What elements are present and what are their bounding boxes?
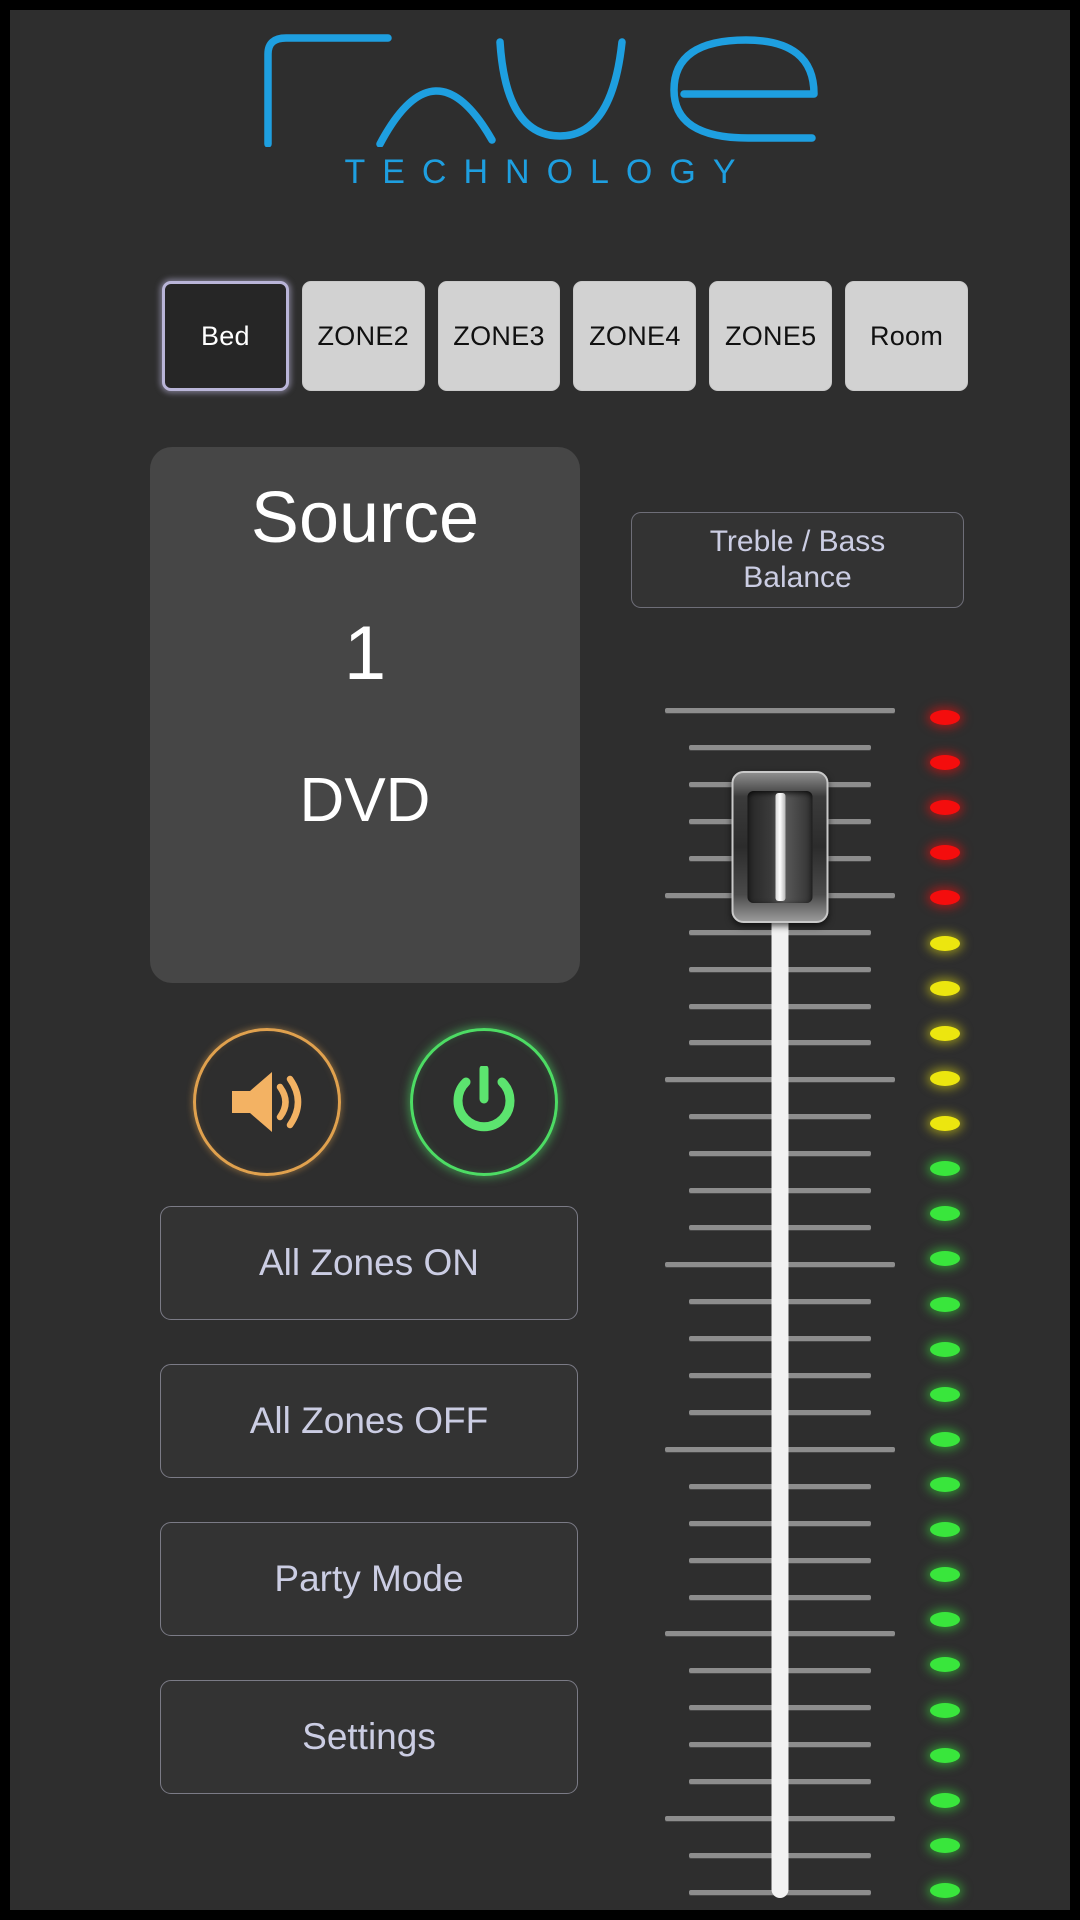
source-number: 1 <box>343 610 387 696</box>
volume-fader[interactable] <box>665 708 895 1898</box>
volume-icon <box>232 1072 302 1132</box>
treble-bass-line2: Balance <box>743 561 852 594</box>
zone-button-room[interactable]: Room <box>845 281 968 391</box>
led-red <box>930 845 960 860</box>
led-red <box>930 890 960 905</box>
fader-handle[interactable] <box>731 771 829 923</box>
led-yellow <box>930 981 960 996</box>
brand-header: TECHNOLOGY <box>10 32 1070 212</box>
led-green <box>930 1567 960 1582</box>
led-green <box>930 1251 960 1266</box>
source-panel[interactable]: Source 1 DVD <box>150 447 580 983</box>
zone-button-bed[interactable]: Bed <box>162 281 289 391</box>
treble-bass-balance-button[interactable]: Treble / Bass Balance <box>631 512 964 608</box>
led-green <box>930 1838 960 1853</box>
all-zones-on-button[interactable]: All Zones ON <box>160 1206 578 1320</box>
led-green <box>930 1432 960 1447</box>
led-yellow <box>930 1026 960 1041</box>
led-red <box>930 710 960 725</box>
zone-button-zone5[interactable]: ZONE5 <box>709 281 833 391</box>
led-yellow <box>930 1071 960 1086</box>
fader-tick-major <box>665 708 895 713</box>
led-green <box>930 1748 960 1763</box>
led-yellow <box>930 936 960 951</box>
level-meter <box>924 710 980 1898</box>
led-green <box>930 1657 960 1672</box>
led-green <box>930 1297 960 1312</box>
led-green <box>930 1477 960 1492</box>
led-green <box>930 1612 960 1627</box>
power-button[interactable] <box>410 1028 558 1176</box>
zone-button-zone4[interactable]: ZONE4 <box>573 281 697 391</box>
led-red <box>930 800 960 815</box>
led-green <box>930 1883 960 1898</box>
led-green <box>930 1387 960 1402</box>
settings-button[interactable]: Settings <box>160 1680 578 1794</box>
led-green <box>930 1703 960 1718</box>
party-mode-button[interactable]: Party Mode <box>160 1522 578 1636</box>
source-title: Source <box>250 478 480 558</box>
zone-button-zone3[interactable]: ZONE3 <box>437 281 561 391</box>
all-zones-off-button[interactable]: All Zones OFF <box>160 1364 578 1478</box>
action-button-list: All Zones ON All Zones OFF Party Mode Se… <box>160 1206 578 1838</box>
zone-selector: Bed ZONE2 ZONE3 ZONE4 ZONE5 Room <box>162 281 968 391</box>
source-name: DVD <box>299 765 431 835</box>
fader-handle-grip <box>775 793 785 901</box>
treble-bass-label: Treble / Bass Balance <box>710 524 886 596</box>
power-icon <box>453 1066 515 1132</box>
led-green <box>930 1161 960 1176</box>
treble-bass-line1: Treble / Bass <box>709 525 886 558</box>
fader-tick-minor <box>689 745 871 750</box>
volume-button[interactable] <box>193 1028 341 1176</box>
brand-wordmark: TECHNOLOGY <box>344 153 753 191</box>
led-green <box>930 1206 960 1221</box>
rave-logo-icon <box>264 34 818 147</box>
app-root: TECHNOLOGY Bed ZONE2 ZONE3 ZONE4 ZONE5 R… <box>10 10 1070 1910</box>
led-green <box>930 1342 960 1357</box>
fader-stem <box>771 887 789 1898</box>
zone-button-zone2[interactable]: ZONE2 <box>301 281 425 391</box>
led-yellow <box>930 1116 960 1131</box>
led-red <box>930 755 960 770</box>
led-green <box>930 1522 960 1537</box>
led-green <box>930 1793 960 1808</box>
